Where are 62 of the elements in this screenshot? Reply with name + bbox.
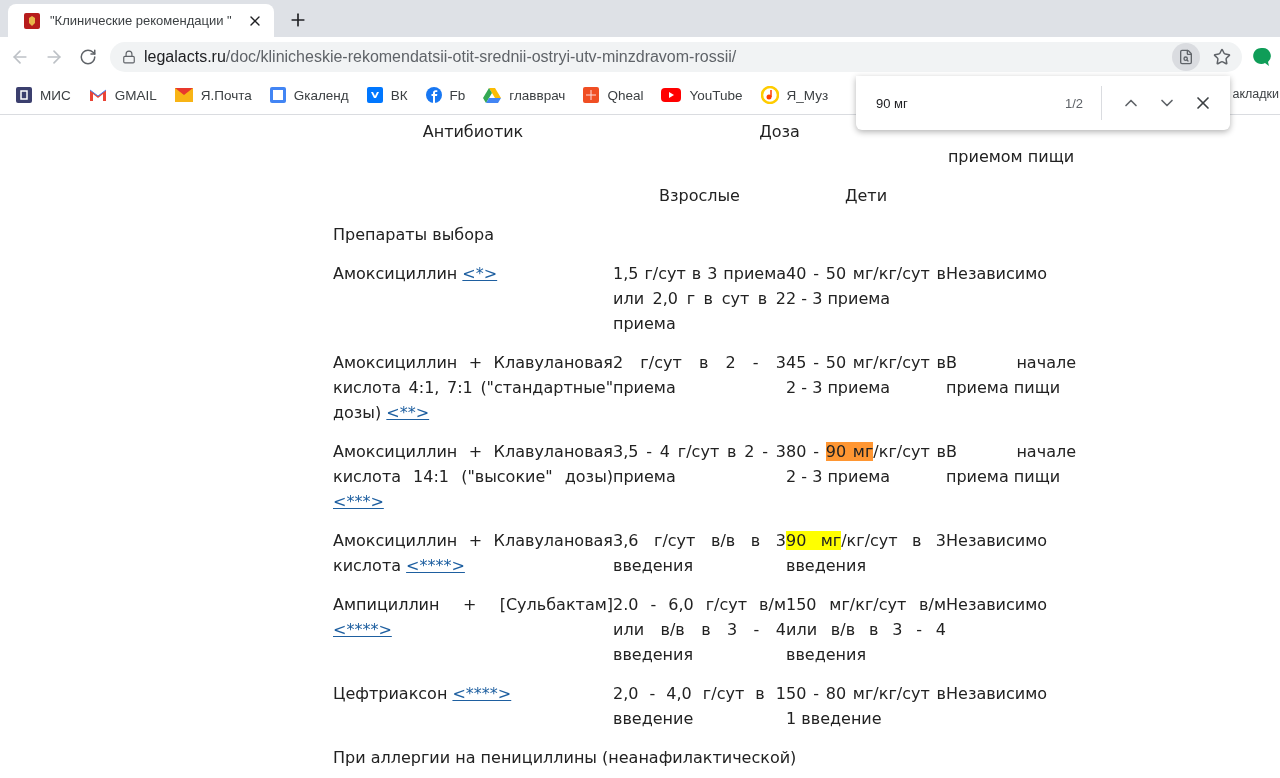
tab-title: "Клинические рекомендации " <box>50 13 233 28</box>
table-cell-text: Независимо <box>946 683 1049 705</box>
table-cell-text: Амоксициллин <*> <box>333 263 499 285</box>
bookmark[interactable]: Fb <box>425 87 466 103</box>
table-cell-text: В начале приема пищи <box>946 352 1076 399</box>
mail-icon <box>88 88 107 102</box>
address-bar[interactable]: legalacts.ru/doc/klinicheskie-rekomendatsii-otit-srednii-ostryi-utv-minzdravom-rossii/ <box>110 41 1242 72</box>
footnote-link[interactable]: <*> <box>462 264 498 283</box>
table-cell-text: 150 мг/кг/сут в/м или в/в в 3 - 4 введения <box>786 594 946 666</box>
column-header: Доза <box>758 121 801 143</box>
bookmark[interactable]: главврач <box>483 87 566 103</box>
footnote-link[interactable]: <***> <box>333 492 384 511</box>
match-count: 1/2 <box>1064 95 1083 111</box>
table-cell-text: Амоксициллин + Клавулановая кислота 4:1, 7:1 ("стандартные" дозы) <**> <box>333 352 613 424</box>
lock-icon <box>122 49 136 64</box>
table-cell-text: Цефтриаксон <****> <box>333 683 513 705</box>
envelope-icon <box>174 88 193 102</box>
table-cell-text: При аллергии на пенициллины (неанафилактической) <box>333 747 798 769</box>
bookmark[interactable]: МИС <box>16 87 71 103</box>
play-icon <box>661 88 682 102</box>
browser-tab[interactable]: "Клинические рекомендации " <box>8 4 274 37</box>
bookmark[interactable]: ВК <box>366 87 408 103</box>
triangle-icon <box>483 87 502 103</box>
footnote-link[interactable]: <**> <box>386 403 430 422</box>
footnote-link[interactable]: <****> <box>452 684 512 703</box>
footnote-link[interactable]: <****> <box>406 556 465 575</box>
table-cell-text: 50 - 80 мг/кг/сут в 1 введение <box>786 683 946 730</box>
table-cell-text: В начале приема пищи <box>946 441 1076 488</box>
table-cell-text: 40 - 50 мг/кг/сут в 2 - 3 приема <box>786 263 946 310</box>
section-heading: Препараты выбора <box>333 224 495 246</box>
table-cell-text: Независимо <box>946 594 1049 616</box>
table-cell-text: Независимо <box>946 263 1049 285</box>
column-header: Взрослые <box>658 185 741 207</box>
footnote-link[interactable]: <****> <box>333 620 392 639</box>
bookmark[interactable]: Gкаленд <box>269 87 349 103</box>
table-cell-text: Амоксициллин + Клавулановая кислота 14:1 ("высокие" дозы) <***> <box>333 441 613 513</box>
table-cell-text: 2.0 - 6,0 г/сут в/м или в/в в 3 - 4 введения <box>613 594 786 666</box>
url-text: legalacts.ru/doc/klinicheskie-rekomendatsii-otit-srednii-ostryi-utv-minzdravom-rossii/ <box>144 47 738 66</box>
table-cell-text: 3,6 г/сут в/в в 3 введения <box>613 530 786 577</box>
bookmark[interactable]: Qheal <box>583 87 644 103</box>
bookmarks-overflow[interactable]: акладки <box>1232 87 1279 101</box>
music-icon <box>760 86 779 104</box>
find-in-page-icon[interactable] <box>1172 42 1200 71</box>
bookmark[interactable]: GMAIL <box>88 87 157 103</box>
column-header: Дети <box>843 185 889 207</box>
column-header: Антибиотик <box>421 121 525 143</box>
find-input[interactable]: 90 мг <box>874 94 1059 112</box>
table-cell-text: Ампициллин + [Сульбактам] <****> <box>333 594 613 641</box>
table-cell-text: Амоксициллин + Клавулановая кислота <****> <box>333 530 613 577</box>
bookmark[interactable]: YouTube <box>661 87 743 103</box>
bookmark[interactable]: Я.Почта <box>174 87 252 103</box>
table-cell-text: 3,5 - 4 г/сут в 2 - 3 приема <box>613 441 786 488</box>
table-cell-text: 45 - 50 мг/кг/сут в 2 - 3 приема <box>786 352 946 399</box>
emblem-icon <box>24 12 40 29</box>
table-cell-text: 2 г/сут в 2 - 3 приема <box>613 352 786 399</box>
column-header: приемом пищи <box>946 146 1076 168</box>
table-cell-text: Независимо <box>946 530 1049 552</box>
table-cell-text: 2,0 - 4,0 г/сут в 1 введение <box>613 683 786 730</box>
circle-icon <box>425 87 442 103</box>
profile-icon[interactable] <box>1252 46 1272 67</box>
bookmark[interactable]: Я_Муз <box>760 86 829 104</box>
table-cell-text: 1,5 г/сут в 3 приема или 2,0 г в сут в 2 приема <box>613 263 786 335</box>
